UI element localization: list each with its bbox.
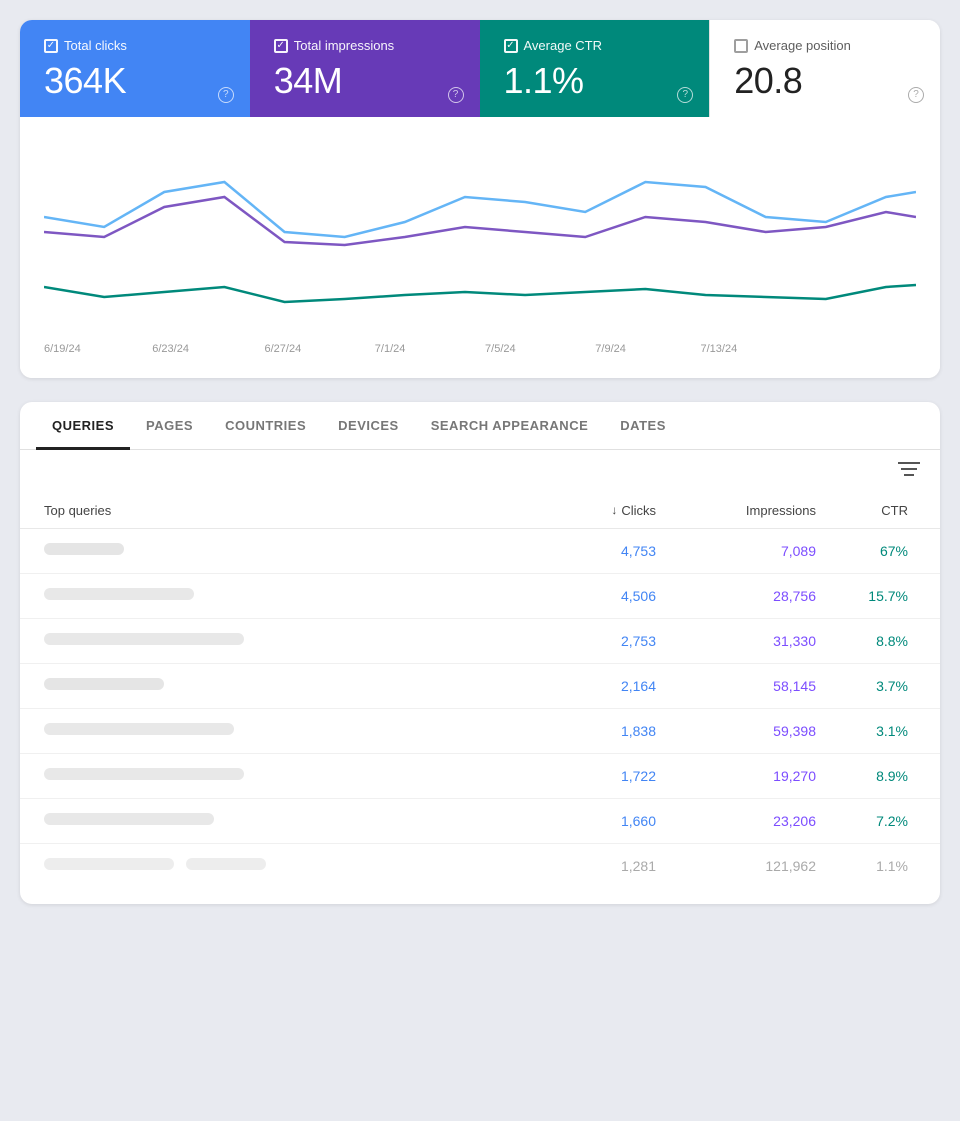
row-clicks-1: 4,506 <box>516 588 656 604</box>
position-label-text: Average position <box>754 38 851 53</box>
table-row[interactable]: 2,164 58,145 3.7% <box>20 664 940 709</box>
row-impressions-5: 19,270 <box>656 768 816 784</box>
stat-card-clicks[interactable]: ✓ Total clicks 364K ? <box>20 20 250 117</box>
row-ctr-4: 3.1% <box>816 723 916 739</box>
table-rows: 4,753 7,089 67% 4,506 28,756 15.7% 2,753… <box>20 529 940 888</box>
chart-svg: 6/19/24 6/23/24 6/27/24 7/1/24 7/5/24 7/… <box>44 137 916 357</box>
query-blurred <box>44 633 516 648</box>
clicks-help-icon[interactable]: ? <box>218 87 234 103</box>
bottom-section: QUERIES PAGES COUNTRIES DEVICES SEARCH A… <box>20 402 940 904</box>
table-container: Top queries ↓ Clicks Impressions CTR 4,7… <box>20 493 940 904</box>
table-row[interactable]: 4,753 7,089 67% <box>20 529 940 574</box>
col-header-clicks[interactable]: ↓ Clicks <box>516 503 656 518</box>
query-blurred <box>44 678 516 693</box>
row-impressions-3: 58,145 <box>656 678 816 694</box>
query-blurred <box>44 543 516 558</box>
position-label: Average position <box>734 38 916 53</box>
query-blurred <box>44 768 516 783</box>
main-container: ✓ Total clicks 364K ? ✓ Total impression… <box>20 20 940 904</box>
stat-card-ctr[interactable]: ✓ Average CTR 1.1% ? <box>480 20 710 117</box>
clicks-value: 364K <box>44 61 226 101</box>
stats-section: ✓ Total clicks 364K ? ✓ Total impression… <box>20 20 940 378</box>
table-row[interactable]: 1,722 19,270 8.9% <box>20 754 940 799</box>
tab-queries[interactable]: QUERIES <box>36 402 130 450</box>
impressions-label-text: Total impressions <box>294 38 394 53</box>
ctr-value: 1.1% <box>504 61 686 101</box>
table-header: Top queries ↓ Clicks Impressions CTR <box>20 493 940 529</box>
tab-search-appearance[interactable]: SEARCH APPEARANCE <box>415 402 605 450</box>
row-impressions-4: 59,398 <box>656 723 816 739</box>
row-impressions-1: 28,756 <box>656 588 816 604</box>
table-row[interactable]: 1,838 59,398 3.1% <box>20 709 940 754</box>
impressions-help-icon[interactable]: ? <box>448 87 464 103</box>
row-impressions-0: 7,089 <box>656 543 816 559</box>
tab-dates[interactable]: DATES <box>604 402 682 450</box>
filter-row <box>20 450 940 493</box>
svg-text:7/1/24: 7/1/24 <box>375 343 406 355</box>
row-impressions-2: 31,330 <box>656 633 816 649</box>
row-clicks-6: 1,660 <box>516 813 656 829</box>
row-clicks-3: 2,164 <box>516 678 656 694</box>
impressions-checkbox[interactable]: ✓ <box>274 39 288 53</box>
svg-text:7/9/24: 7/9/24 <box>595 343 626 355</box>
clicks-label: ✓ Total clicks <box>44 38 226 53</box>
row-clicks-5: 1,722 <box>516 768 656 784</box>
col-header-ctr: CTR <box>816 503 916 518</box>
query-blurred <box>44 858 516 873</box>
ctr-help-icon[interactable]: ? <box>677 87 693 103</box>
table-row[interactable]: 2,753 31,330 8.8% <box>20 619 940 664</box>
query-blurred <box>44 813 516 828</box>
ctr-checkbox[interactable]: ✓ <box>504 39 518 53</box>
stats-cards: ✓ Total clicks 364K ? ✓ Total impression… <box>20 20 940 117</box>
svg-text:6/23/24: 6/23/24 <box>152 343 189 355</box>
col-header-impressions: Impressions <box>656 503 816 518</box>
row-clicks-2: 2,753 <box>516 633 656 649</box>
table-row[interactable]: 4,506 28,756 15.7% <box>20 574 940 619</box>
clicks-label-text: Total clicks <box>64 38 127 53</box>
query-blurred <box>44 588 516 603</box>
table-row[interactable]: 1,660 23,206 7.2% <box>20 799 940 844</box>
filter-icon[interactable] <box>898 460 920 483</box>
tabs: QUERIES PAGES COUNTRIES DEVICES SEARCH A… <box>20 402 940 450</box>
row-clicks-7: 1,281 <box>516 858 656 874</box>
row-clicks-0: 4,753 <box>516 543 656 559</box>
svg-text:7/5/24: 7/5/24 <box>485 343 516 355</box>
clicks-checkbox[interactable]: ✓ <box>44 39 58 53</box>
query-blurred <box>44 723 516 738</box>
tab-devices[interactable]: DEVICES <box>322 402 415 450</box>
svg-text:6/27/24: 6/27/24 <box>265 343 302 355</box>
position-value: 20.8 <box>734 61 916 101</box>
row-ctr-1: 15.7% <box>816 588 916 604</box>
table-row[interactable]: 1,281 121,962 1.1% <box>20 844 940 888</box>
svg-text:7/13/24: 7/13/24 <box>701 343 738 355</box>
position-help-icon[interactable]: ? <box>908 87 924 103</box>
row-ctr-6: 7.2% <box>816 813 916 829</box>
row-ctr-7: 1.1% <box>816 858 916 874</box>
position-checkbox[interactable] <box>734 39 748 53</box>
impressions-value: 34M <box>274 61 456 101</box>
row-ctr-0: 67% <box>816 543 916 559</box>
ctr-label: ✓ Average CTR <box>504 38 686 53</box>
row-ctr-5: 8.9% <box>816 768 916 784</box>
col-header-query: Top queries <box>44 503 516 518</box>
impressions-label: ✓ Total impressions <box>274 38 456 53</box>
stat-card-impressions[interactable]: ✓ Total impressions 34M ? <box>250 20 480 117</box>
row-clicks-4: 1,838 <box>516 723 656 739</box>
sort-arrow-icon: ↓ <box>611 503 617 517</box>
tab-countries[interactable]: COUNTRIES <box>209 402 322 450</box>
row-ctr-3: 3.7% <box>816 678 916 694</box>
svg-text:6/19/24: 6/19/24 <box>44 343 81 355</box>
row-ctr-2: 8.8% <box>816 633 916 649</box>
chart-container: 6/19/24 6/23/24 6/27/24 7/1/24 7/5/24 7/… <box>20 117 940 378</box>
stat-card-position[interactable]: Average position 20.8 ? <box>709 20 940 117</box>
row-impressions-6: 23,206 <box>656 813 816 829</box>
tab-pages[interactable]: PAGES <box>130 402 209 450</box>
ctr-label-text: Average CTR <box>524 38 603 53</box>
row-impressions-7: 121,962 <box>656 858 816 874</box>
